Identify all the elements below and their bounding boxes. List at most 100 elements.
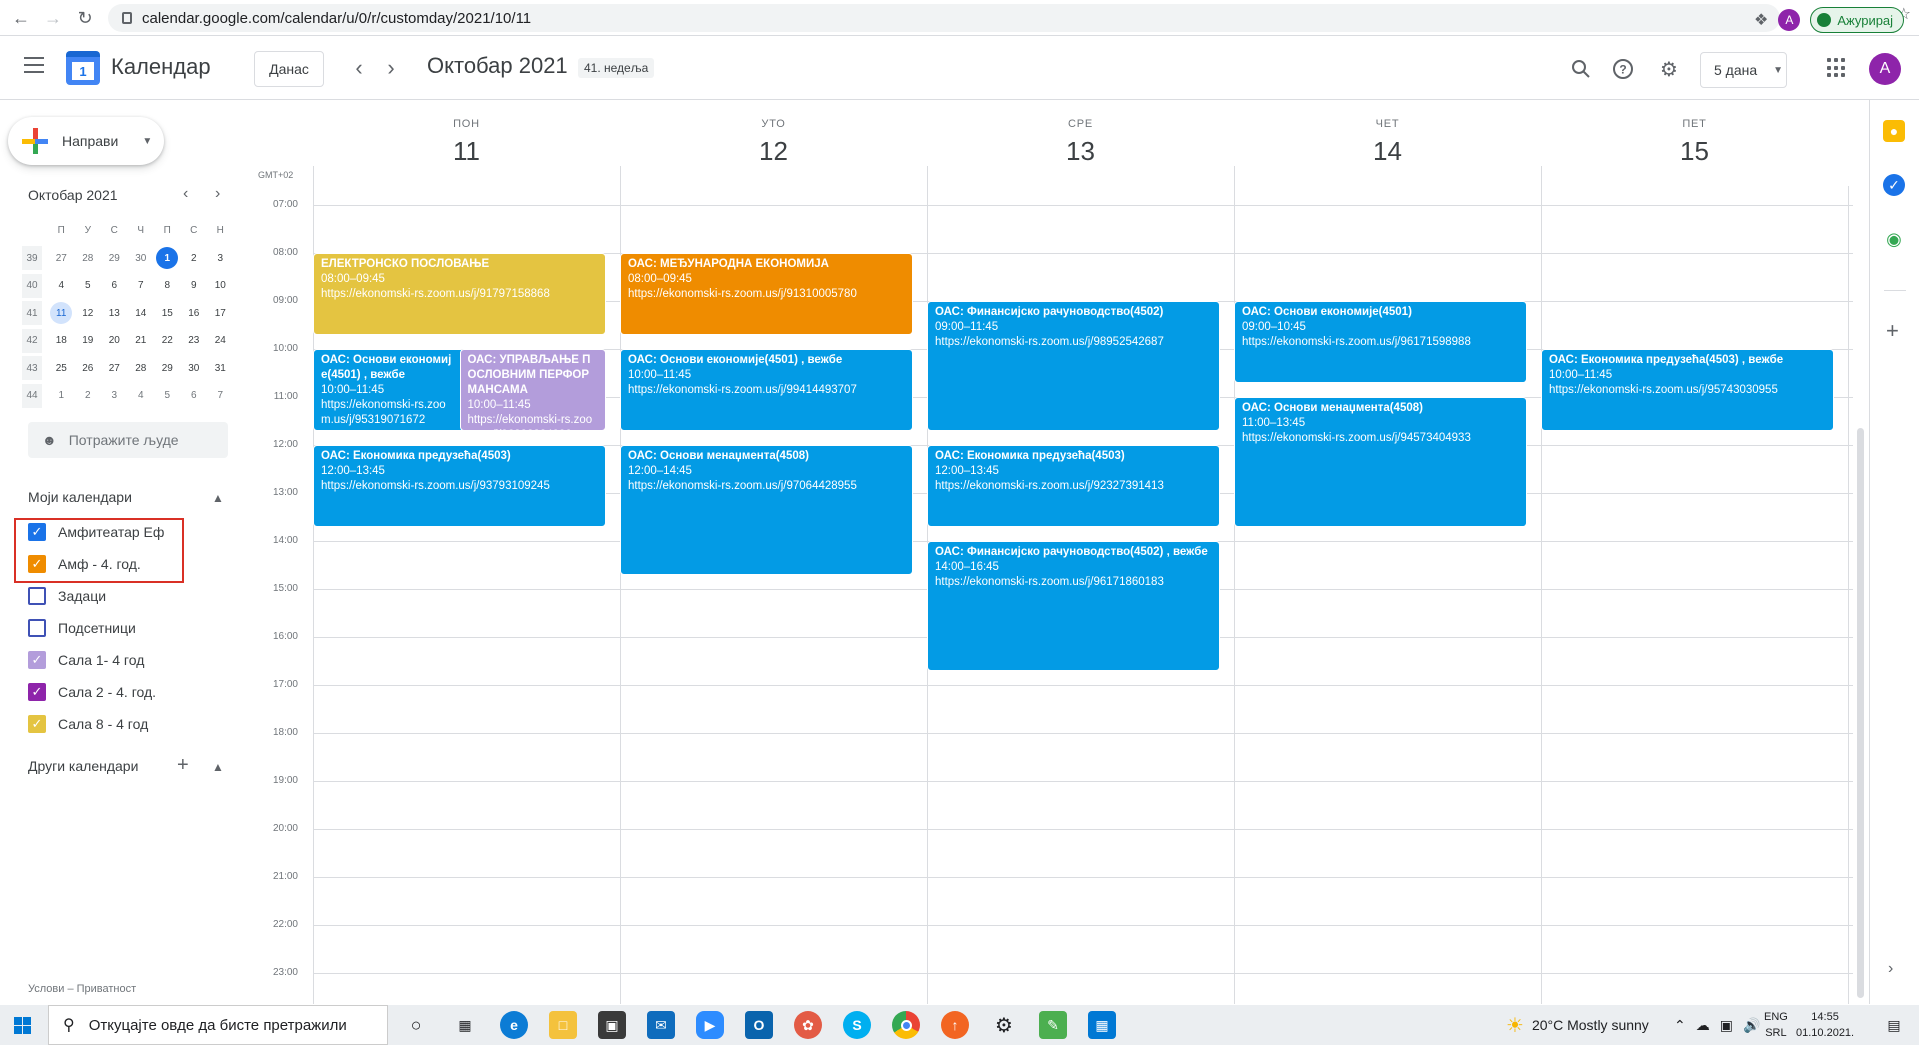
chevron-up-icon[interactable]: ▲ — [212, 760, 224, 774]
mini-day[interactable]: 25 — [48, 363, 75, 374]
terms-privacy-link[interactable]: Услови – Приватност — [28, 983, 136, 995]
mini-previous-icon[interactable]: ‹ — [183, 185, 188, 203]
calendar-list-item[interactable]: Задаци — [28, 583, 106, 609]
day-number[interactable]: 14 — [1234, 136, 1541, 167]
mini-day[interactable]: 6 — [181, 390, 208, 401]
time-grid[interactable]: ЕЛЕКТРОНСКО ПОСЛОВАЊЕ 08:00–09:45 https://… — [313, 186, 1853, 1004]
day-number[interactable]: 15 — [1541, 136, 1848, 167]
create-button[interactable]: Направи ▼ — [8, 117, 164, 165]
taskbar-search-input[interactable]: ⚲ Откуцајте овде да бисте претражили — [48, 1005, 388, 1045]
account-avatar[interactable]: A — [1869, 53, 1901, 85]
calendar-app-icon[interactable]: ▦ — [1088, 1011, 1116, 1039]
mini-day[interactable]: 29 — [101, 253, 128, 264]
tasks-icon[interactable]: ✓ — [1883, 174, 1905, 196]
calendar-event[interactable]: ОАС: Основи економије(4501) 09:00–10:45 ht… — [1234, 301, 1527, 384]
mini-day[interactable]: 1 — [154, 247, 181, 270]
mini-day[interactable]: 1 — [48, 390, 75, 401]
calendar-event[interactable]: ОАС: Финансијско рачуноводство(4502) , в… — [927, 541, 1220, 672]
task-view-icon[interactable]: ▦ — [451, 1011, 479, 1039]
mini-day[interactable]: 6 — [101, 280, 128, 291]
day-column-header[interactable]: СРЕ 13 — [927, 118, 1234, 167]
mini-day[interactable]: 10 — [207, 280, 234, 291]
mini-week-number[interactable]: 41 — [22, 301, 42, 326]
notepad-app-icon[interactable]: ✎ — [1039, 1011, 1067, 1039]
mini-week-number[interactable]: 43 — [22, 356, 42, 381]
mini-day[interactable]: 15 — [154, 308, 181, 319]
calendar-event[interactable]: ОАС: Економика предузећа(4503) 12:00–13:4… — [313, 445, 606, 528]
chrome-icon[interactable] — [892, 1011, 920, 1039]
taskbar-clock[interactable]: 14:55 01.10.2021. — [1796, 1009, 1854, 1041]
my-calendars-title[interactable]: Моји календари — [28, 489, 132, 505]
network-icon[interactable]: ▣ — [1720, 1017, 1733, 1034]
calendar-event[interactable]: ОАС: Финансијско рачуноводство(4502) 09:0… — [927, 301, 1220, 432]
calendar-event[interactable]: ЕЛЕКТРОНСКО ПОСЛОВАЊЕ 08:00–09:45 https://… — [313, 253, 606, 336]
notifications-icon[interactable]: ▤ — [1880, 1011, 1908, 1039]
mini-day[interactable]: 4 — [48, 280, 75, 291]
mini-day[interactable]: 29 — [154, 363, 181, 374]
mini-day[interactable]: 30 — [181, 363, 208, 374]
file-explorer-icon[interactable]: □ — [549, 1011, 577, 1039]
store-icon[interactable]: ▣ — [598, 1011, 626, 1039]
mini-day[interactable]: 4 — [128, 390, 155, 401]
mini-day[interactable]: 31 — [207, 363, 234, 374]
weather-widget[interactable]: ☀ 20°C Mostly sunny — [1506, 1005, 1649, 1045]
mini-day[interactable]: 30 — [128, 253, 155, 264]
mini-week-number[interactable]: 39 — [22, 246, 42, 271]
mini-day[interactable]: 3 — [101, 390, 128, 401]
previous-period-icon[interactable]: ‹ — [347, 55, 371, 80]
keep-icon[interactable]: ● — [1883, 120, 1905, 142]
calendar-event[interactable]: ОАС: Економика предузећа(4503) 12:00–13:4… — [927, 445, 1220, 528]
reload-icon[interactable]: ↻ — [70, 3, 100, 33]
settings-icon[interactable]: ⚙ — [990, 1011, 1018, 1039]
day-column-header[interactable]: ЧЕТ 14 — [1234, 118, 1541, 167]
mini-day[interactable]: 9 — [181, 280, 208, 291]
extensions-icon[interactable]: ❖ — [1754, 10, 1768, 30]
day-column-header[interactable]: УТО 12 — [620, 118, 927, 167]
edge-icon[interactable]: e — [500, 1011, 528, 1039]
mail-icon[interactable]: ✉ — [647, 1011, 675, 1039]
skype-icon[interactable]: S — [843, 1011, 871, 1039]
mini-day[interactable]: 20 — [101, 335, 128, 346]
mini-day[interactable]: 24 — [207, 335, 234, 346]
mini-day[interactable]: 7 — [207, 390, 234, 401]
volume-icon[interactable]: 🔊 — [1743, 1017, 1760, 1034]
calendar-event[interactable]: ОАС: УПРАВЉАЊЕ ПОСЛОВНИМ ПЕРФОРМАНСАМА 10… — [459, 349, 606, 432]
windows-start-icon[interactable] — [14, 1017, 31, 1034]
mini-day[interactable]: 23 — [181, 335, 208, 346]
tray-chevron-icon[interactable]: ⌃ — [1674, 1017, 1686, 1034]
calendar-event[interactable]: ОАС: Основи менаџмента(4508) 12:00–14:45 h… — [620, 445, 913, 576]
day-column-header[interactable]: ПЕТ 15 — [1541, 118, 1848, 167]
help-icon[interactable]: ? — [1610, 56, 1636, 82]
calendar-list-item[interactable]: ✓ Сала 1- 4 год — [28, 647, 144, 673]
other-calendars-title[interactable]: Други календари — [28, 758, 138, 774]
checkbox-checked-icon[interactable]: ✓ — [28, 651, 46, 669]
chevron-up-icon[interactable]: ▲ — [212, 491, 224, 505]
paint-icon[interactable]: ✿ — [794, 1011, 822, 1039]
update-button[interactable]: Ажурирај — [1810, 7, 1905, 33]
checkbox-unchecked-icon[interactable] — [28, 587, 46, 605]
checkbox-checked-icon[interactable]: ✓ — [28, 715, 46, 733]
mini-week-number[interactable]: 40 — [22, 273, 42, 298]
outlook-icon[interactable]: O — [745, 1011, 773, 1039]
zoom-icon[interactable]: ▶ — [696, 1011, 724, 1039]
day-column-header[interactable]: ПОН 11 — [313, 118, 620, 167]
browser-profile-avatar[interactable]: A — [1778, 9, 1801, 31]
upload-app-icon[interactable]: ↑ — [941, 1011, 969, 1039]
mini-day[interactable]: 14 — [128, 308, 155, 319]
back-icon[interactable]: ← — [6, 3, 36, 33]
add-calendar-icon[interactable]: + — [177, 754, 189, 777]
mini-day[interactable]: 21 — [128, 335, 155, 346]
maps-icon[interactable]: ◉ — [1883, 228, 1905, 250]
mini-day[interactable]: 27 — [101, 363, 128, 374]
calendar-list-item[interactable]: Подсетници — [28, 615, 136, 641]
chevron-right-icon[interactable]: › — [1888, 960, 1893, 978]
mini-day[interactable]: 27 — [48, 253, 75, 264]
mini-day[interactable]: 12 — [75, 308, 102, 319]
calendar-event[interactable]: ОАС: Основи менаџмента(4508) 11:00–13:45 h… — [1234, 397, 1527, 528]
view-selector[interactable]: 5 дана ▼ — [1700, 52, 1787, 88]
mini-day[interactable]: 2 — [181, 253, 208, 264]
mini-day[interactable]: 19 — [75, 335, 102, 346]
onedrive-icon[interactable]: ☁ — [1696, 1017, 1710, 1034]
calendar-event[interactable]: ОАС: Економика предузећа(4503) , вежбе 10… — [1541, 349, 1834, 432]
mini-day[interactable]: 3 — [207, 253, 234, 264]
